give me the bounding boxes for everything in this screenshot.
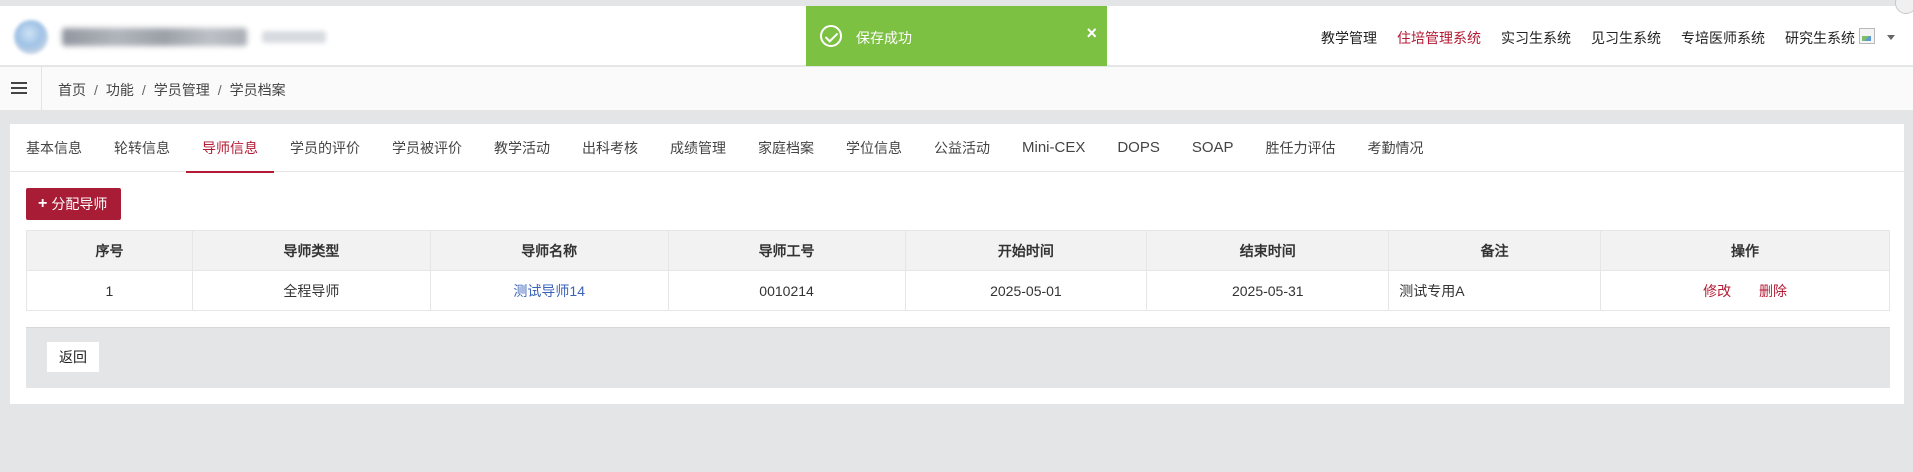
delete-link[interactable]: 删除 (1759, 283, 1787, 299)
nav-trainee-system[interactable]: 见习生系统 (1591, 28, 1661, 48)
cell-actions: 修改 删除 (1600, 270, 1890, 311)
tab-basic-info[interactable]: 基本信息 (10, 124, 98, 172)
plus-icon: + (38, 195, 48, 212)
cell-start-date: 2025-05-01 (904, 270, 1148, 311)
tab-teaching-activities[interactable]: 教学活动 (478, 124, 566, 172)
tab-department-exam[interactable]: 出科考核 (566, 124, 654, 172)
column-header-index: 序号 (26, 230, 193, 271)
cell-mentor-type: 全程导师 (191, 270, 431, 311)
column-header-remark: 备注 (1388, 230, 1602, 271)
tab-public-welfare[interactable]: 公益活动 (918, 124, 1006, 172)
cell-end-date: 2025-05-31 (1146, 270, 1390, 311)
column-header-actions: 操作 (1600, 230, 1890, 271)
logo-subtitle-blurred (262, 31, 326, 43)
breadcrumb: 首页 / 功能 / 学员管理 / 学员档案 (58, 80, 286, 100)
form-footer: 返回 (26, 327, 1890, 388)
nav-intern-system[interactable]: 实习生系统 (1501, 28, 1571, 48)
column-header-end-date: 结束时间 (1146, 230, 1390, 271)
column-header-mentor-name: 导师名称 (429, 230, 669, 271)
breadcrumb-function[interactable]: 功能 (106, 82, 134, 98)
student-record-panel: 基本信息 轮转信息 导师信息 学员的评价 学员被评价 教学活动 出科考核 成绩管… (9, 123, 1905, 405)
tab-soap[interactable]: SOAP (1176, 124, 1250, 172)
tab-rotation-info[interactable]: 轮转信息 (98, 124, 186, 172)
system-nav: 教学管理 住培管理系统 实习生系统 见习生系统 专培医师系统 研究生系统 (1321, 28, 1855, 48)
nav-residency-system[interactable]: 住培管理系统 (1397, 28, 1481, 48)
tab-family-records[interactable]: 家庭档案 (742, 124, 830, 172)
logo-icon (14, 20, 48, 54)
tab-student-evaluations[interactable]: 学员的评价 (274, 124, 376, 172)
check-circle-icon (820, 25, 842, 47)
tab-mini-cex[interactable]: Mini-CEX (1006, 124, 1101, 172)
logo-title-blurred (62, 28, 247, 46)
cell-mentor-id: 0010214 (667, 270, 906, 311)
edit-link[interactable]: 修改 (1703, 283, 1731, 299)
nav-specialist-system[interactable]: 专培医师系统 (1681, 28, 1765, 48)
table-row: 1 全程导师 测试导师14 0010214 2025-05-01 2025-05… (26, 270, 1890, 311)
chevron-down-icon[interactable] (1887, 35, 1895, 40)
column-header-start-date: 开始时间 (904, 230, 1148, 271)
mentor-name-link[interactable]: 测试导师14 (513, 283, 585, 299)
tab-score-management[interactable]: 成绩管理 (654, 124, 742, 172)
cell-mentor-name: 测试导师14 (429, 270, 669, 311)
breadcrumb-separator: / (94, 82, 98, 98)
divider (41, 67, 42, 111)
tab-degree-info[interactable]: 学位信息 (830, 124, 918, 172)
success-toast: 保存成功 × (806, 6, 1107, 66)
tab-student-evaluated[interactable]: 学员被评价 (376, 124, 478, 172)
breadcrumb-current: 学员档案 (229, 82, 286, 98)
cell-index: 1 (26, 270, 193, 311)
assign-mentor-button[interactable]: + 分配导师 (26, 188, 122, 220)
breadcrumb-separator: / (141, 82, 146, 98)
corner-circle-icon (1895, 0, 1913, 14)
breadcrumb-student-management[interactable]: 学员管理 (154, 82, 210, 98)
tab-dops[interactable]: DOPS (1101, 124, 1176, 172)
column-header-mentor-id: 导师工号 (667, 230, 906, 271)
breadcrumb-home[interactable]: 首页 (58, 82, 86, 98)
back-button[interactable]: 返回 (46, 341, 100, 373)
nav-teaching-management[interactable]: 教学管理 (1321, 28, 1377, 48)
assign-mentor-label: 分配导师 (51, 196, 108, 212)
tab-attendance[interactable]: 考勤情况 (1352, 124, 1440, 172)
breadcrumb-separator: / (217, 82, 222, 98)
tab-competency-assessment[interactable]: 胜任力评估 (1250, 124, 1352, 172)
menu-toggle-icon[interactable] (11, 82, 27, 95)
table-header-row: 序号 导师类型 导师名称 导师工号 开始时间 结束时间 备注 操作 (26, 230, 1890, 271)
close-icon[interactable]: × (1086, 24, 1097, 42)
tab-mentor-info[interactable]: 导师信息 (186, 124, 274, 173)
cell-remark: 测试专用A (1388, 270, 1602, 311)
mentor-table: 序号 导师类型 导师名称 导师工号 开始时间 结束时间 备注 操作 1 全程导师… (26, 230, 1890, 311)
user-avatar-icon[interactable] (1859, 28, 1875, 44)
record-tabs: 基本信息 轮转信息 导师信息 学员的评价 学员被评价 教学活动 出科考核 成绩管… (10, 124, 1904, 173)
breadcrumb-bar: 首页 / 功能 / 学员管理 / 学员档案 (0, 67, 1913, 111)
toast-message: 保存成功 (856, 30, 912, 46)
nav-graduate-system[interactable]: 研究生系统 (1785, 28, 1855, 48)
column-header-mentor-type: 导师类型 (191, 230, 431, 271)
